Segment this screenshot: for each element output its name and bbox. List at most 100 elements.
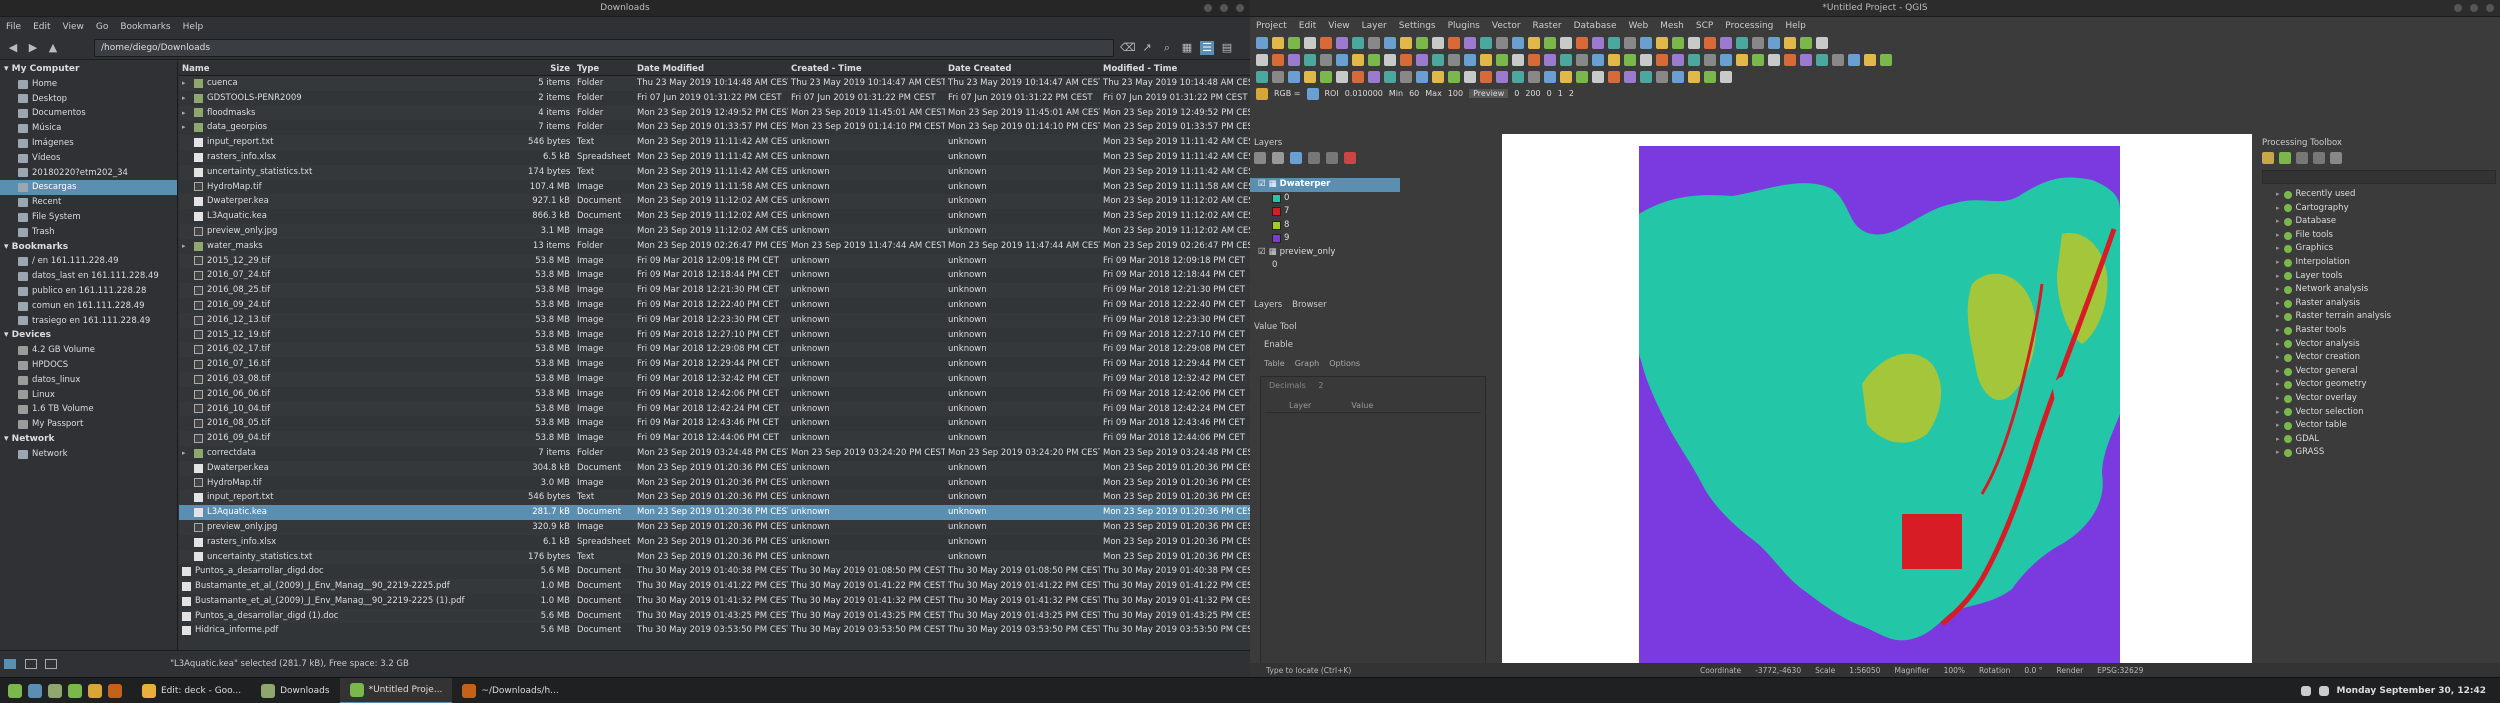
network-tray-icon[interactable] (2300, 685, 2311, 696)
tool-icon[interactable] (1400, 36, 1412, 49)
collapse-all-icon[interactable] (1326, 152, 1338, 164)
processing-group[interactable]: ▸ Raster analysis (2258, 297, 2500, 311)
tool-icon[interactable] (1800, 53, 1812, 66)
table-row[interactable]: Dwaterper.kea 927.1 kB Document Mon 23 Sep … (179, 194, 1250, 210)
tool-icon[interactable] (1544, 53, 1556, 66)
processing-group[interactable]: ▸ Recently used (2258, 188, 2500, 202)
processing-group[interactable]: ▸ GRASS (2258, 446, 2500, 460)
tool-icon[interactable] (1688, 53, 1700, 66)
processing-group[interactable]: ▸ Vector analysis (2258, 338, 2500, 352)
table-row[interactable]: ▸ water_masks 13 items Folder Mon 23 Sep 201… (179, 239, 1250, 254)
sidebar-item[interactable]: File System (0, 210, 177, 225)
expander-icon[interactable]: ▸ (182, 106, 190, 121)
table-row[interactable]: 2016_08_25.tif 53.8 MB Image Fri 09 Mar 201… (179, 283, 1250, 298)
sidebar-section[interactable]: ▾ Devices (0, 328, 177, 343)
tool-icon[interactable] (1496, 53, 1508, 66)
tool-icon[interactable] (1512, 70, 1524, 83)
tool-icon[interactable] (1688, 36, 1700, 49)
preview-button[interactable]: Preview (1469, 89, 1509, 98)
tool-icon[interactable] (1752, 36, 1764, 49)
expander-icon[interactable]: ▸ (2276, 419, 2280, 433)
table-row[interactable]: 2015_12_19.tif 53.8 MB Image Fri 09 Mar 201… (179, 328, 1250, 343)
processing-group[interactable]: ▸ File tools (2258, 229, 2500, 243)
tool-icon[interactable] (1352, 53, 1364, 66)
qgis-menu-view[interactable]: View (1328, 21, 1349, 31)
tool-icon[interactable] (1256, 70, 1268, 83)
tool-icon[interactable] (1448, 36, 1460, 49)
table-row[interactable]: ▸ floodmasks 4 items Folder Mon 23 Sep 2019 … (179, 105, 1250, 121)
table-row[interactable]: ▸ GDSTOOLS-PENR2009 2 items Folder Fri 07 Ju… (179, 91, 1250, 106)
qgis-menu-processing[interactable]: Processing (1725, 21, 1773, 31)
expander-icon[interactable]: ▸ (182, 239, 190, 254)
layer-item[interactable]: ☑ ▦ Dwaterper (1250, 178, 1400, 192)
tool-icon[interactable] (1288, 70, 1300, 83)
tool-icon[interactable] (1592, 70, 1604, 83)
tool-icon[interactable] (1720, 36, 1732, 49)
roi-icon[interactable] (1306, 87, 1319, 100)
status-rot[interactable]: 0.0 ° (2024, 666, 2042, 675)
tool-icon[interactable] (1560, 53, 1572, 66)
tool-icon[interactable] (1528, 70, 1540, 83)
tool-icon[interactable] (1560, 36, 1572, 49)
table-row[interactable]: 2016_06_06.tif 53.8 MB Image Fri 09 Mar 201… (179, 387, 1250, 402)
close-icon[interactable] (2486, 4, 2494, 12)
table-row[interactable]: Puntos_a_desarrollar_digd.doc 5.6 MB Docum… (179, 564, 1250, 579)
search-icon[interactable]: ⌕ (1160, 41, 1174, 55)
sidebar-item[interactable]: HPDOCS (0, 358, 177, 373)
expander-icon[interactable]: ▸ (2276, 338, 2280, 352)
layer-item[interactable]: ☑ ▦ preview_only (1250, 246, 1400, 260)
maximize-icon[interactable] (2470, 4, 2478, 12)
tool-icon[interactable] (1368, 53, 1380, 66)
legend-item[interactable]: 8 (1250, 219, 1400, 233)
list-view-icon[interactable]: ☰ (1200, 40, 1214, 55)
column-header[interactable]: Date Created (945, 62, 1100, 75)
menu-view[interactable]: View (63, 22, 84, 32)
qgis-menu-database[interactable]: Database (1574, 21, 1617, 31)
tool-icon[interactable] (1832, 53, 1844, 66)
table-row[interactable]: Hidrica_informe.pdf 5.6 MB Document Thu 30 … (179, 623, 1250, 638)
sidebar-item[interactable]: Network (0, 447, 177, 462)
sidebar-item[interactable]: Imágenes (0, 136, 177, 151)
qgis-menu-vector[interactable]: Vector (1492, 21, 1521, 31)
expander-icon[interactable]: ▸ (2276, 351, 2280, 365)
table-row[interactable]: 2016_10_04.tif 53.8 MB Image Fri 09 Mar 201… (179, 401, 1250, 417)
tool-icon[interactable] (1272, 70, 1284, 83)
expander-icon[interactable]: ▸ (2276, 283, 2280, 297)
tab-graph[interactable]: Graph (1295, 359, 1320, 368)
sidebar-item[interactable]: My Passport (0, 417, 177, 432)
legend-item[interactable]: 7 (1250, 205, 1400, 219)
tool-icon[interactable] (1752, 53, 1764, 66)
processing-group[interactable]: ▸ Raster tools (2258, 324, 2500, 338)
minimize-icon[interactable] (2454, 4, 2462, 12)
models-icon[interactable] (2262, 152, 2274, 164)
qgis-titlebar[interactable]: *Untitled Project - QGIS (1250, 0, 2500, 17)
tool-icon[interactable] (1320, 36, 1332, 49)
table-row[interactable]: uncertainty_statistics.txt 174 bytes Text M… (179, 164, 1250, 180)
tool-icon[interactable] (1416, 53, 1428, 66)
expander-icon[interactable]: ▸ (182, 76, 190, 91)
processing-group[interactable]: ▸ Graphics (2258, 242, 2500, 256)
sidebar-item[interactable]: datos_linux (0, 373, 177, 388)
checkbox-icon[interactable]: ☑ (1258, 178, 1266, 192)
taskbar-app[interactable]: ~/Downloads/h... (452, 678, 568, 703)
scp-dock-icon[interactable] (1256, 87, 1268, 100)
column-header[interactable]: Modified - Time (1100, 62, 1250, 75)
expander-icon[interactable]: ▸ (2276, 270, 2280, 284)
tool-icon[interactable] (1608, 53, 1620, 66)
expander-icon[interactable]: ▸ (2276, 365, 2280, 379)
tool-icon[interactable] (1480, 70, 1492, 83)
processing-group[interactable]: ▸ Vector geometry (2258, 378, 2500, 392)
tool-icon[interactable] (1320, 53, 1332, 66)
tool-icon[interactable] (1256, 53, 1268, 66)
table-row[interactable]: ▸ cuenca 5 items Folder Thu 23 May 2019 10:1… (179, 76, 1250, 91)
expander-icon[interactable]: ▸ (2276, 242, 2280, 256)
qgis-menu-layer[interactable]: Layer (1362, 21, 1387, 31)
toggle-location-icon[interactable]: ↗ (1140, 41, 1154, 55)
tool-icon[interactable] (1336, 53, 1348, 66)
column-header[interactable]: Name (179, 62, 525, 75)
tool-icon[interactable] (1704, 70, 1716, 83)
tool-icon[interactable] (1736, 36, 1748, 49)
processing-group[interactable]: ▸ Vector creation (2258, 351, 2500, 365)
tool-icon[interactable] (1400, 70, 1412, 83)
tool-icon[interactable] (1528, 36, 1540, 49)
